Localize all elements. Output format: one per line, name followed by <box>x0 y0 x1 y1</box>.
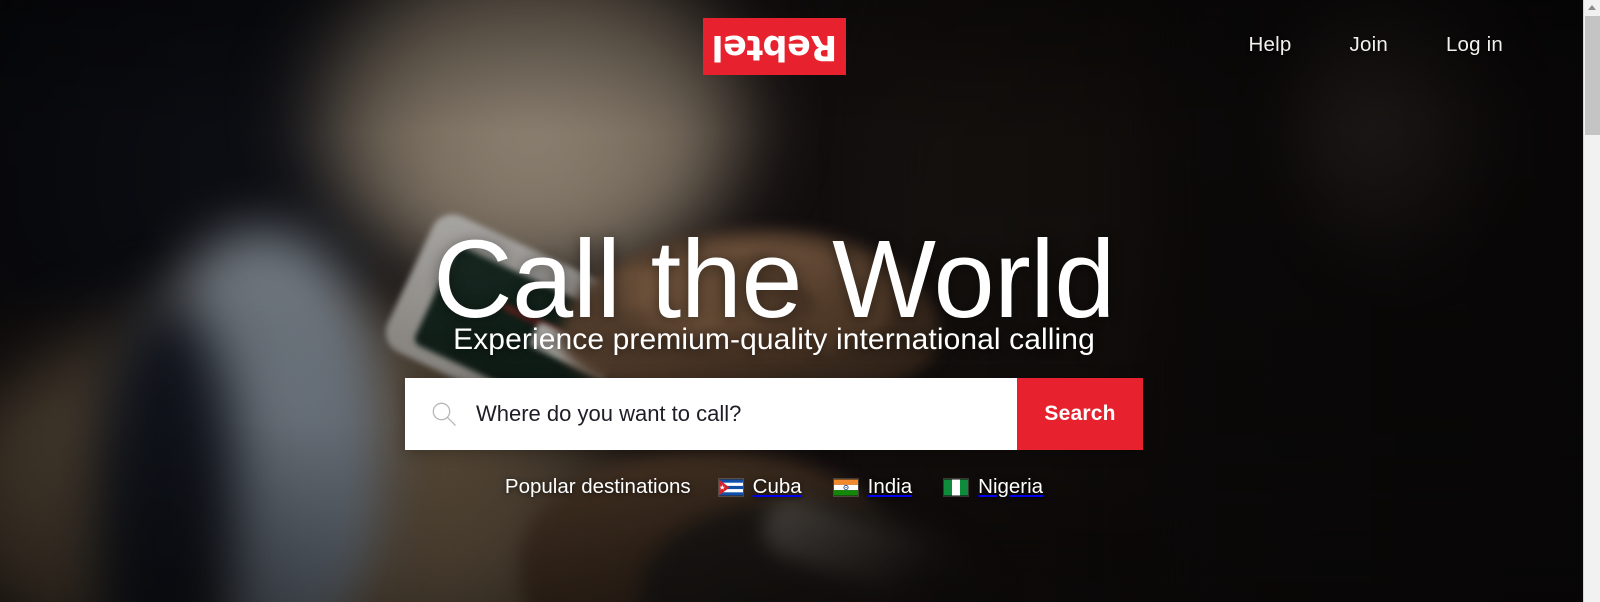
destination-nigeria[interactable]: Nigeria <box>944 475 1043 499</box>
destination-name-cuba: Cuba <box>752 475 802 498</box>
scrollbar-thumb[interactable] <box>1585 16 1600 135</box>
search-field[interactable] <box>405 378 1017 450</box>
popular-destinations-label: Popular destinations <box>504 475 691 498</box>
search-button[interactable]: Search <box>1017 378 1143 450</box>
cuba-flag-icon <box>718 479 743 495</box>
nigeria-flag-icon <box>944 479 969 495</box>
hero-subheadline: Experience premium-quality international… <box>453 323 1095 356</box>
vertical-scrollbar[interactable] <box>1583 0 1600 602</box>
popular-destinations: Popular destinations Cuba India Nigeria <box>0 475 1548 499</box>
destination-cuba[interactable]: Cuba <box>718 475 802 499</box>
destination-name-india: India <box>867 475 913 498</box>
destination-name-nigeria: Nigeria <box>978 475 1044 498</box>
chevron-up-icon <box>1588 5 1596 10</box>
hero-headline: Call the World <box>433 217 1115 341</box>
scroll-up-button[interactable] <box>1584 0 1600 15</box>
india-flag-icon <box>833 479 858 495</box>
search-icon <box>432 402 456 426</box>
browser-viewport: Rebtel Help Join Log in Call the World E… <box>0 0 1583 602</box>
destination-india[interactable]: India <box>833 475 913 499</box>
search-bar: Search <box>405 378 1143 450</box>
search-input[interactable] <box>474 400 1005 428</box>
hero-section: Call the World Experience premium-qualit… <box>0 0 1583 602</box>
